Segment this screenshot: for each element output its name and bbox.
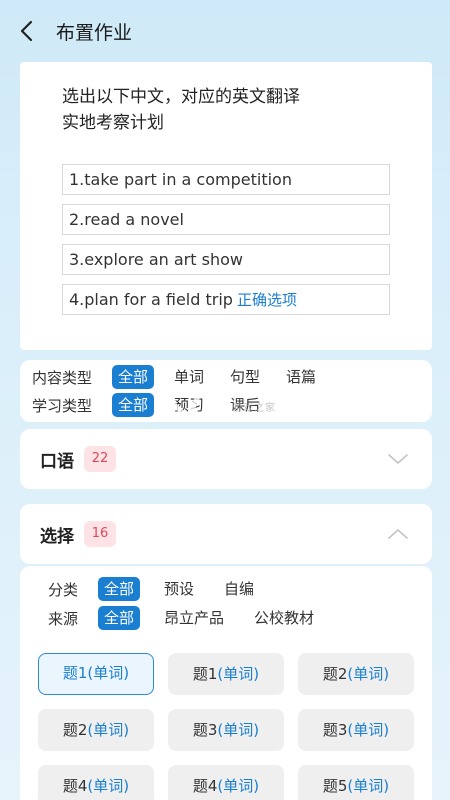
chip-content-word[interactable]: 单词 bbox=[168, 365, 210, 389]
question-tag: (单词) bbox=[217, 665, 260, 683]
question-button[interactable]: 题1(单词) bbox=[38, 653, 154, 695]
question-tag: (单词) bbox=[87, 721, 130, 739]
filter-card: 内容类型 全部 单词 句型 语篇 学习类型 全部 预习 课后 bbox=[20, 360, 432, 422]
question-name: 题3 bbox=[322, 721, 348, 739]
question-name: 题5 bbox=[322, 777, 348, 795]
question-name: 题4 bbox=[192, 777, 218, 795]
question-name: 题3 bbox=[192, 721, 218, 739]
back-button[interactable] bbox=[0, 0, 56, 62]
answer-option[interactable]: 1.take part in a competition bbox=[62, 164, 390, 195]
question-tag: (单词) bbox=[347, 777, 390, 795]
correct-option-tag: 正确选项 bbox=[236, 291, 297, 309]
section-choice[interactable]: 选择 16 bbox=[20, 504, 432, 564]
question-tag: (单词) bbox=[347, 665, 390, 683]
question-name: 题1 bbox=[62, 664, 88, 682]
choice-panel: 分类 全部 预设 自编 来源 全部 昂立产品 公校教材 题1(单词) 题1(单词… bbox=[20, 566, 432, 800]
chip-source-textbook[interactable]: 公校教材 bbox=[248, 606, 320, 630]
chip-study-all[interactable]: 全部 bbox=[112, 393, 155, 417]
study-type-filter: 学习类型 全部 预习 课后 bbox=[32, 393, 280, 417]
question-tag: (单词) bbox=[347, 721, 390, 739]
chevron-left-icon bbox=[20, 20, 33, 42]
filter-label: 内容类型 bbox=[32, 368, 93, 387]
chip-study-after-class[interactable]: 课后 bbox=[224, 393, 266, 417]
content-type-filter: 内容类型 全部 单词 句型 语篇 bbox=[32, 365, 336, 389]
question-name: 题1 bbox=[192, 665, 218, 683]
count-badge: 16 bbox=[84, 521, 116, 547]
question-tag: (单词) bbox=[217, 777, 260, 795]
chip-content-passage[interactable]: 语篇 bbox=[280, 365, 322, 389]
option-text: 4.plan for a field trip bbox=[69, 290, 233, 309]
question-button[interactable]: 题1(单词) bbox=[168, 653, 284, 695]
question-prompt: 选出以下中文，对应的英文翻译 实地考察计划 bbox=[62, 84, 300, 136]
filter-label: 学习类型 bbox=[32, 396, 93, 415]
answer-option[interactable]: 2.read a novel bbox=[62, 204, 390, 235]
question-button[interactable]: 题3(单词) bbox=[168, 709, 284, 751]
question-card: 选出以下中文，对应的英文翻译 实地考察计划 1.take part in a c… bbox=[20, 62, 432, 350]
question-tag: (单词) bbox=[87, 664, 130, 682]
option-text: 2.read a novel bbox=[69, 210, 184, 229]
question-button[interactable]: 题4(单词) bbox=[38, 765, 154, 800]
top-bar: 布置作业 bbox=[0, 0, 450, 62]
question-button[interactable]: 题5(单词) bbox=[298, 765, 414, 800]
chip-category-all[interactable]: 全部 bbox=[98, 577, 141, 601]
question-name: 题4 bbox=[62, 777, 88, 795]
chip-category-preset[interactable]: 预设 bbox=[158, 577, 200, 601]
question-term: 实地考察计划 bbox=[62, 113, 164, 133]
filter-label: 分类 bbox=[48, 580, 79, 599]
chip-content-all[interactable]: 全部 bbox=[112, 365, 155, 389]
section-title: 口语 bbox=[40, 451, 74, 472]
section-title: 选择 bbox=[40, 526, 74, 547]
chip-category-custom[interactable]: 自编 bbox=[218, 577, 260, 601]
question-button[interactable]: 题3(单词) bbox=[298, 709, 414, 751]
section-oral[interactable]: 口语 22 bbox=[20, 429, 432, 489]
chip-content-sentence[interactable]: 句型 bbox=[224, 365, 266, 389]
question-name: 题2 bbox=[322, 665, 348, 683]
question-button[interactable]: 题4(单词) bbox=[168, 765, 284, 800]
question-instruction: 选出以下中文，对应的英文翻译 bbox=[62, 87, 300, 107]
answer-option[interactable]: 3.explore an art show bbox=[62, 244, 390, 275]
chip-source-angli[interactable]: 昂立产品 bbox=[158, 606, 230, 630]
question-button[interactable]: 题2(单词) bbox=[38, 709, 154, 751]
chip-study-preview[interactable]: 预习 bbox=[168, 393, 210, 417]
question-tag: (单词) bbox=[87, 777, 130, 795]
question-tag: (单词) bbox=[217, 721, 260, 739]
question-button[interactable]: 题2(单词) bbox=[298, 653, 414, 695]
option-text: 3.explore an art show bbox=[69, 250, 243, 269]
option-text: 1.take part in a competition bbox=[69, 170, 292, 189]
answer-option-correct[interactable]: 4.plan for a field trip 正确选项 bbox=[62, 284, 390, 315]
chevron-up-icon bbox=[388, 529, 408, 539]
filter-label: 来源 bbox=[48, 609, 79, 628]
source-filter: 来源 全部 昂立产品 公校教材 bbox=[48, 606, 338, 630]
count-badge: 22 bbox=[84, 446, 116, 472]
chip-source-all[interactable]: 全部 bbox=[98, 606, 141, 630]
question-name: 题2 bbox=[62, 721, 88, 739]
chevron-down-icon bbox=[388, 454, 408, 464]
page-title: 布置作业 bbox=[56, 21, 133, 44]
category-filter: 分类 全部 预设 自编 bbox=[48, 577, 278, 601]
